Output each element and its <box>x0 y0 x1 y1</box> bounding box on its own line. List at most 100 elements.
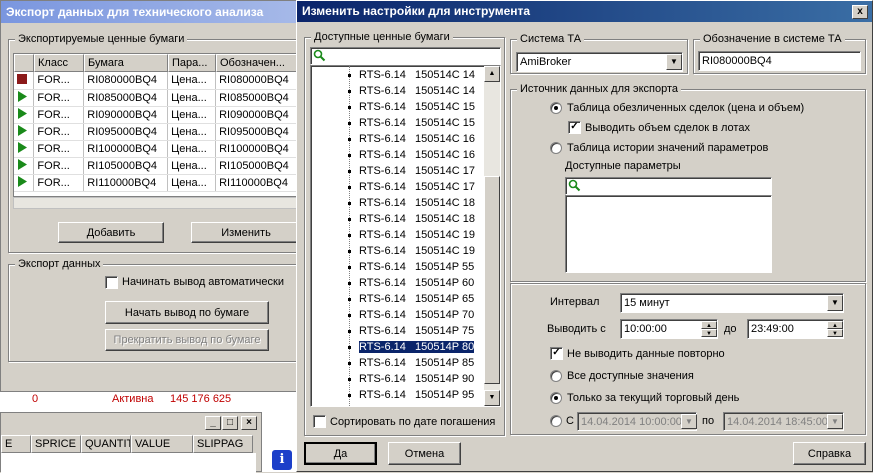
settings-dialog-title[interactable]: Изменить настройки для инструмента <box>297 1 872 22</box>
list-item[interactable]: RTS-6.14 150514C 16 <box>348 131 475 147</box>
list-item[interactable]: RTS-6.14 150514C 16 <box>348 147 475 163</box>
today-only-radio[interactable] <box>550 392 562 404</box>
list-item[interactable]: RTS-6.14 150514P 65 <box>347 291 475 307</box>
all-values-radio[interactable] <box>550 370 562 382</box>
symbol-cell: RI110000BQ4 <box>215 174 298 192</box>
source-history-radio[interactable] <box>550 142 562 154</box>
stop-export-button[interactable]: Прекратить вывод по бумаге <box>105 329 269 351</box>
list-item[interactable]: RTS-6.14 150514C 18 <box>348 211 475 227</box>
source-trades-radio[interactable] <box>550 102 562 114</box>
list-item[interactable]: RTS-6.14 150514C 17 <box>348 163 475 179</box>
list-item[interactable]: RTS-6.14 150514P 60 <box>347 275 474 291</box>
chevron-down-icon[interactable]: ▼ <box>666 54 682 70</box>
scroll-down-icon[interactable]: ▼ <box>484 390 500 406</box>
security-item-label: RTS-6.14 150514P 60 <box>359 277 474 289</box>
grid-horizontal-scrollbar[interactable] <box>13 197 299 209</box>
background-col-quantity[interactable]: QUANTIT <box>81 435 131 453</box>
table-row[interactable]: FOR... RI085000BQ4 Цена... RI085000BQ4 <box>14 89 298 107</box>
background-subwindow[interactable]: _ □ × E SPRICE QUANTIT VALUE SLIPPAG <box>0 412 262 473</box>
table-row[interactable]: FOR... RI095000BQ4 Цена... RI095000BQ4 <box>14 123 298 141</box>
exported-securities-grid[interactable]: Класс Бумага Пара... Обозначен... FOR...… <box>13 53 299 197</box>
info-icon[interactable]: i <box>272 450 292 470</box>
no-repeat-checkbox[interactable]: ✓ <box>550 347 563 360</box>
list-item[interactable]: RTS-6.14 150514P 85 <box>347 355 474 371</box>
edit-button[interactable]: Изменить <box>191 222 301 243</box>
grid-col-security[interactable]: Бумага <box>84 54 168 72</box>
security-item-name: RTS-6.14 <box>359 85 406 97</box>
interval-select[interactable]: 15 минут <box>620 293 844 313</box>
list-item[interactable]: RTS-6.14 150514C 14 <box>348 83 475 99</box>
running-status-icon <box>14 174 35 192</box>
date-range-radio[interactable] <box>550 415 562 427</box>
export-window-title[interactable]: Экспорт данных для технического анализа <box>1 1 299 23</box>
start-export-button[interactable]: Начать вывод по бумаге <box>105 301 269 324</box>
ta-system-select[interactable]: AmiBroker <box>516 52 683 72</box>
chevron-down-icon[interactable]: ▼ <box>681 414 697 429</box>
from-time-up-icon[interactable]: ▲ <box>701 321 717 329</box>
cancel-button[interactable]: Отмена <box>388 442 461 465</box>
sort-by-expiry-label: Сортировать по дате погашения <box>330 416 496 428</box>
add-button[interactable]: Добавить <box>58 222 164 243</box>
running-status-icon <box>14 140 35 158</box>
scroll-up-icon[interactable]: ▲ <box>484 66 500 82</box>
security-item-code: 150514C 18 <box>415 197 475 209</box>
list-item[interactable]: RTS-6.14 150514C 17 <box>348 179 475 195</box>
params-list[interactable] <box>565 195 772 273</box>
list-item[interactable]: RTS-6.14 150514P 75 <box>347 323 474 339</box>
ta-symbol-input[interactable]: RI080000BQ4 <box>698 51 861 71</box>
to-time-up-icon[interactable]: ▲ <box>827 321 843 329</box>
list-item[interactable]: RTS-6.14 150514C 19 <box>348 243 475 259</box>
background-col-slippage[interactable]: SLIPPAG <box>193 435 253 453</box>
table-row[interactable]: FOR... RI090000BQ4 Цена... RI090000BQ4 <box>14 106 298 124</box>
table-row[interactable]: FOR... RI105000BQ4 Цена... RI105000BQ4 <box>14 157 298 175</box>
security-item-name: RTS-6.14 <box>359 69 406 81</box>
list-item[interactable]: RTS-6.14 150514C 19 <box>348 227 475 243</box>
security-item-code: 150514P 60 <box>415 277 475 289</box>
table-row[interactable]: FOR... RI100000BQ4 Цена... RI100000BQ4 <box>14 140 298 158</box>
grid-col-symbol[interactable]: Обозначен... <box>216 54 298 72</box>
list-item[interactable]: RTS-6.14 150514P 80 <box>347 339 475 355</box>
security-item-code: 150514P 65 <box>415 293 475 305</box>
list-item[interactable]: RTS-6.14 150514C 18 <box>348 195 475 211</box>
close-icon[interactable]: x <box>852 5 868 19</box>
grid-col-param[interactable]: Пара... <box>168 54 216 72</box>
list-item[interactable]: RTS-6.14 150514P 70 <box>347 307 474 323</box>
table-row[interactable]: FOR... RI080000BQ4 Цена... RI080000BQ4 <box>14 72 298 90</box>
security-item-code: 150514C 16 <box>415 133 475 145</box>
securities-tree-scrollbar[interactable]: ▲ ▼ <box>484 66 500 406</box>
list-item[interactable]: RTS-6.14 150514P 55 <box>347 259 474 275</box>
maximize-icon[interactable]: □ <box>222 416 238 430</box>
list-item[interactable]: RTS-6.14 150514C 15 <box>348 99 475 115</box>
ok-button[interactable]: Да <box>304 442 377 465</box>
background-col-sprice[interactable]: SPRICE <box>31 435 81 453</box>
class-cell: FOR... <box>33 140 85 158</box>
security-item-code: 150514P 95 <box>415 389 475 401</box>
list-item[interactable]: RTS-6.14 150514C 15 <box>348 115 475 131</box>
settings-dialog: Изменить настройки для инструмента x Дос… <box>296 0 873 472</box>
params-search-input[interactable] <box>565 177 772 195</box>
security-cell: RI110000BQ4 <box>83 174 169 192</box>
from-time-down-icon[interactable]: ▼ <box>701 329 717 337</box>
chevron-down-icon[interactable]: ▼ <box>827 414 843 429</box>
list-item[interactable]: RTS-6.14 150514C 14 <box>348 67 475 83</box>
help-button[interactable]: Справка <box>793 442 866 465</box>
scroll-thumb[interactable] <box>484 176 500 384</box>
background-col-e[interactable]: E <box>1 435 31 453</box>
list-item[interactable]: RTS-6.14 150514P 90 <box>347 371 474 387</box>
close-icon[interactable]: × <box>241 416 257 430</box>
background-col-value[interactable]: VALUE <box>131 435 193 453</box>
securities-search-input[interactable] <box>310 47 501 65</box>
security-cell: RI080000BQ4 <box>83 72 169 90</box>
range-from-input[interactable]: 14.04.2014 10:00:00 <box>577 412 697 431</box>
range-to-input[interactable]: 14.04.2014 18:45:00 <box>723 412 844 431</box>
list-item[interactable]: RTS-6.14 150514P 95 <box>347 387 475 403</box>
sort-by-expiry-checkbox[interactable] <box>313 415 326 428</box>
minimize-icon[interactable]: _ <box>205 416 221 430</box>
securities-tree[interactable]: RTS-6.14 150514C 14 RTS-6.14 150514C 14 RT… <box>310 65 501 407</box>
lots-checkbox[interactable]: ✓ <box>568 121 581 134</box>
grid-col-class[interactable]: Класс <box>34 54 84 72</box>
to-time-down-icon[interactable]: ▼ <box>827 329 843 337</box>
chevron-down-icon[interactable]: ▼ <box>827 295 843 311</box>
table-row[interactable]: FOR... RI110000BQ4 Цена... RI110000BQ4 <box>14 174 298 192</box>
auto-start-checkbox[interactable] <box>105 276 118 289</box>
